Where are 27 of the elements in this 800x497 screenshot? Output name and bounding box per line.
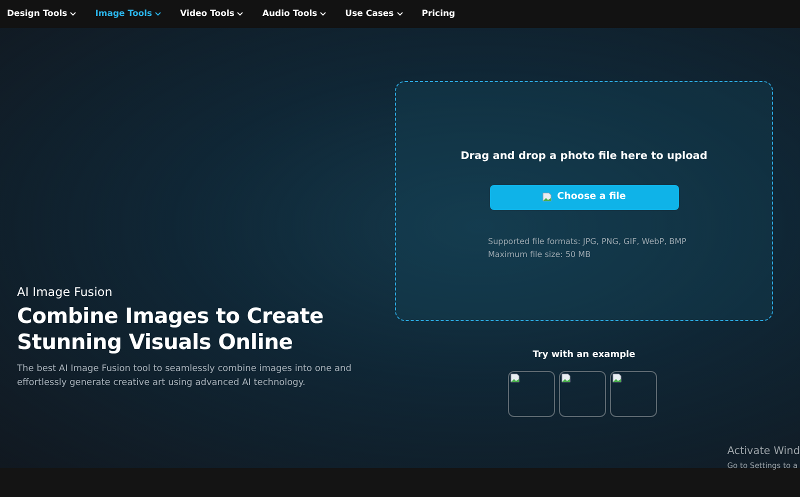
broken-image-icon: [542, 192, 552, 202]
nav-link[interactable]: Design Tools: [7, 8, 76, 20]
chevron-down-icon: [155, 12, 162, 16]
nav-link[interactable]: Pricing: [422, 8, 456, 20]
example-thumbnail[interactable]: [559, 370, 606, 416]
hero-eyebrow: AI Image Fusion: [17, 284, 114, 301]
broken-image-icon: [510, 372, 520, 382]
activation-notice-title: Activate Wind: [727, 444, 800, 459]
chevron-down-icon: [70, 12, 76, 16]
hero-title: Combine Images to Create Stunning Visuals Online: [17, 302, 324, 356]
example-thumbnail[interactable]: [508, 370, 555, 416]
nav-link[interactable]: Video Tools: [180, 8, 244, 20]
nav-link[interactable]: Image Tools: [95, 8, 162, 20]
examples-title: Try with an example: [532, 349, 636, 362]
chevron-down-icon: [320, 12, 326, 16]
chevron-down-icon: [237, 12, 244, 16]
formats-text: Supported file formats: JPG, PNG, GIF, WebP, BMP: [488, 236, 688, 248]
drop-prompt: Drag and drop a photo file here to upload: [460, 149, 708, 164]
broken-image-icon: [561, 372, 571, 382]
chevron-down-icon: [396, 12, 403, 16]
drop-zone[interactable]: Drag and drop a photo file here to upload Choose a file Supported file formats: JPG, PNG, GIF, WebP, BMP Maximum file size: 50 MB: [395, 81, 773, 321]
max-size-text: Maximum file size: 50 MB: [488, 248, 592, 261]
nav-link[interactable]: Audio Tools: [262, 8, 326, 20]
hero-description: The best AI Image Fusion tool to seamlessly combine images into one and effortlessly generate creative art using advanced AI technology.: [17, 363, 352, 390]
example-thumbnail[interactable]: [610, 370, 657, 416]
nav-link[interactable]: Use Cases: [345, 8, 403, 20]
broken-image-icon: [612, 372, 622, 382]
